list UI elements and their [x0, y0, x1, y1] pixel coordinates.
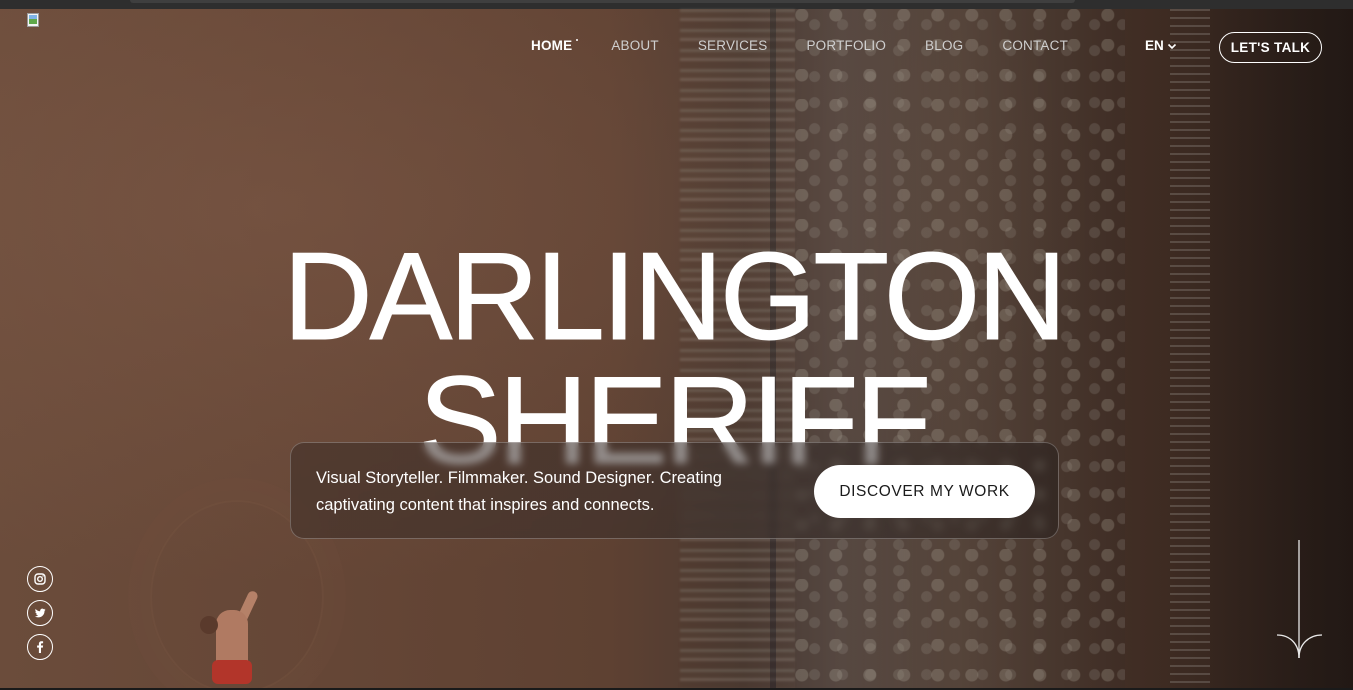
main-nav: HOME ABOUT SERVICES PORTFOLIO BLOG CONTA… — [531, 37, 1107, 55]
nav-item-contact[interactable]: CONTACT — [1002, 37, 1068, 55]
facebook-icon — [37, 641, 44, 653]
twitter-link[interactable] — [27, 600, 53, 626]
hero-viewport: HOME ABOUT SERVICES PORTFOLIO BLOG CONTA… — [0, 0, 1353, 690]
nav-item-blog[interactable]: BLOG — [925, 37, 963, 55]
hero-intro-panel: Visual Storyteller. Filmmaker. Sound Des… — [290, 442, 1059, 539]
site-logo-broken-image[interactable] — [27, 13, 41, 27]
nav-item-services[interactable]: SERVICES — [698, 37, 768, 55]
twitter-icon — [34, 608, 46, 618]
facebook-link[interactable] — [27, 634, 53, 660]
nav-item-home[interactable]: HOME — [531, 37, 579, 55]
discover-my-work-button[interactable]: DISCOVER MY WORK — [814, 465, 1035, 518]
language-selector[interactable]: EN — [1145, 37, 1177, 55]
hero-tagline: Visual Storyteller. Filmmaker. Sound Des… — [316, 469, 722, 514]
social-links — [27, 566, 53, 660]
instagram-link[interactable] — [27, 566, 53, 592]
language-label: EN — [1145, 38, 1164, 53]
active-indicator-dot — [576, 39, 579, 41]
instagram-icon — [34, 573, 46, 585]
lets-talk-button[interactable]: LET'S TALK — [1219, 32, 1322, 63]
nav-item-portfolio[interactable]: PORTFOLIO — [806, 37, 886, 55]
chevron-down-icon — [1167, 43, 1176, 50]
background-person-figure — [196, 589, 266, 690]
nav-item-about[interactable]: ABOUT — [611, 37, 659, 55]
scroll-down-arrow-icon[interactable] — [1276, 540, 1324, 660]
hero-title-line-1: DARLINGTON — [283, 228, 1068, 367]
browser-top-strip — [0, 0, 1353, 9]
